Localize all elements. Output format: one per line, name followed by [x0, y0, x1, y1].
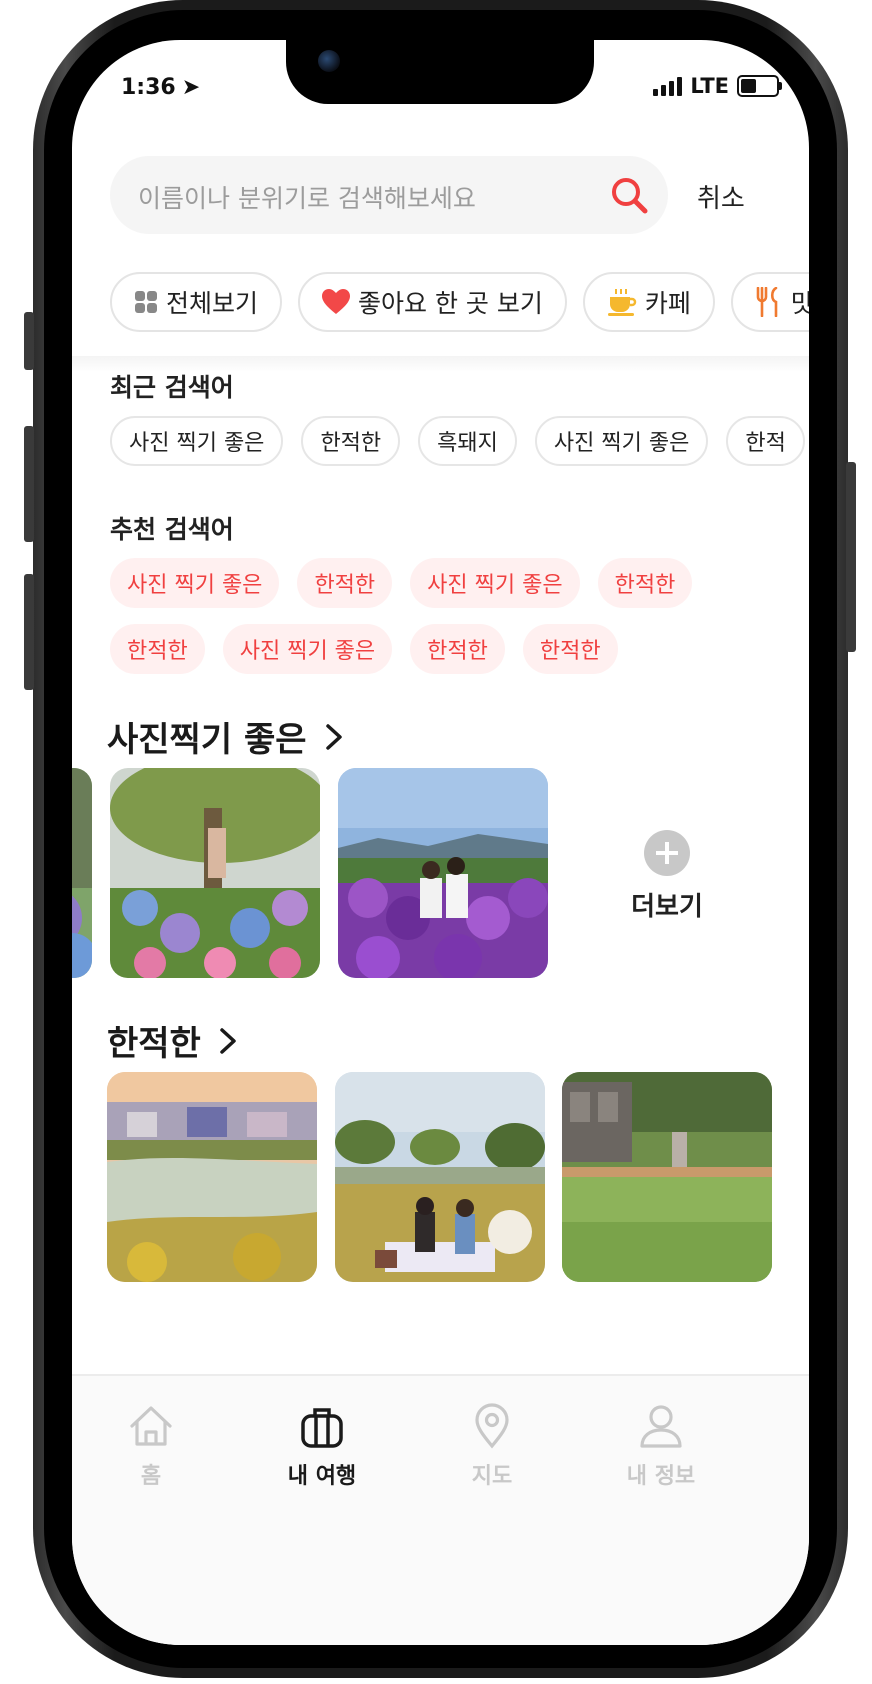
status-indicators: LTE	[653, 74, 782, 98]
filter-liked-label: 좋아요 한 곳 보기	[358, 289, 543, 318]
tab-map-label: 지도	[471, 1464, 513, 1489]
power-button	[846, 462, 856, 652]
section-title: 사진찍기 좋은	[107, 720, 307, 760]
tab-my-trip[interactable]: 내 여행	[262, 1402, 382, 1490]
recommended-tags-row2: 한적한 사진 찍기 좋은 한적한 한적한	[110, 624, 618, 674]
filter-liked[interactable]: 좋아요 한 곳 보기	[298, 272, 567, 332]
place-photo[interactable]	[72, 768, 92, 978]
filter-all-label: 전체보기	[166, 289, 259, 318]
tab-my-info[interactable]: 내 정보	[601, 1402, 721, 1490]
tab-home-label: 홈	[140, 1464, 162, 1489]
grid-icon	[135, 291, 157, 313]
place-photo[interactable]	[107, 1072, 317, 1282]
recent-tag[interactable]: 한적	[726, 416, 805, 466]
chevron-right-icon	[325, 723, 342, 750]
recent-tag[interactable]: 한적한	[301, 416, 401, 466]
recent-tag[interactable]: 사진 찍기 좋은	[110, 416, 284, 466]
picnic-park-photo	[335, 1072, 545, 1282]
filter-all[interactable]: 전체보기	[110, 272, 283, 332]
map-pin-icon	[475, 1403, 509, 1449]
recent-search-tags: 사진 찍기 좋은 한적한 흑돼지 사진 찍기 좋은 한적	[110, 416, 805, 466]
search-input[interactable]: 이름이나 분위기로 검색해보세요	[110, 156, 668, 234]
tab-home[interactable]: 홈	[91, 1402, 211, 1490]
couple-hydrangea-photo	[338, 768, 548, 978]
recent-tag[interactable]: 흑돼지	[418, 416, 517, 466]
home-icon	[130, 1406, 172, 1446]
place-photo[interactable]	[562, 1072, 772, 1282]
signal-icon	[653, 76, 683, 96]
filter-chips: 전체보기 좋아요 한 곳 보기 카페 맛	[110, 272, 809, 332]
heart-icon	[322, 289, 351, 314]
filter-food-label: 맛	[790, 289, 809, 318]
coffee-icon	[607, 289, 637, 316]
recommended-tag[interactable]: 한적한	[297, 558, 393, 608]
beach-photo	[107, 1072, 317, 1282]
recommended-tag[interactable]: 사진 찍기 좋은	[222, 624, 393, 674]
volume-up-button	[24, 426, 34, 542]
more-label: 더보기	[631, 892, 703, 922]
app-screen: 1:36 ➤ LTE 이름이나 분위기로 검색해보세요 취소 전체보기 좋아요 한…	[72, 40, 809, 1645]
bottom-tab-bar: 홈 내 여행 지도 내 정보	[72, 1374, 809, 1645]
silent-switch	[24, 312, 34, 370]
hydrangea-photo	[72, 768, 92, 978]
location-arrow-icon: ➤	[181, 75, 201, 100]
front-camera	[318, 50, 340, 72]
volume-down-button	[24, 574, 34, 690]
fork-knife-icon	[756, 287, 778, 317]
plus-icon	[644, 830, 690, 876]
filter-food[interactable]: 맛	[730, 272, 809, 332]
filter-cafe[interactable]: 카페	[582, 272, 715, 332]
tab-my-info-label: 내 정보	[626, 1464, 696, 1489]
tab-my-trip-label: 내 여행	[287, 1464, 357, 1489]
filter-cafe-label: 카페	[644, 289, 691, 318]
bag-icon	[301, 1408, 343, 1448]
tab-map[interactable]: 지도	[432, 1402, 552, 1490]
recommended-searches-title: 추천 검색어	[110, 515, 234, 544]
search-icon[interactable]	[608, 174, 650, 216]
person-icon	[640, 1405, 682, 1448]
place-photo[interactable]	[335, 1072, 545, 1282]
more-button[interactable]: 더보기	[617, 830, 717, 923]
recommended-tags-row1: 사진 찍기 좋은 한적한 사진 찍기 좋은 한적한	[110, 558, 693, 608]
recent-searches-title: 최근 검색어	[110, 373, 234, 402]
section-quiet-header[interactable]: 한적한	[107, 1016, 237, 1065]
section-title: 한적한	[107, 1024, 201, 1064]
recommended-tag[interactable]: 사진 찍기 좋은	[410, 558, 580, 608]
status-time: 1:36 ➤	[121, 75, 201, 100]
place-photo[interactable]	[110, 768, 320, 978]
recommended-tag[interactable]: 사진 찍기 좋은	[110, 558, 280, 608]
network-label: LTE	[690, 74, 729, 98]
battery-icon	[737, 75, 782, 97]
section-photo-spots-header[interactable]: 사진찍기 좋은	[107, 712, 343, 761]
recent-tag[interactable]: 사진 찍기 좋은	[534, 416, 709, 466]
search-placeholder: 이름이나 분위기로 검색해보세요	[138, 184, 476, 213]
recommended-tag[interactable]: 한적한	[110, 624, 205, 674]
recommended-tag[interactable]: 한적한	[410, 624, 505, 674]
recommended-tag[interactable]: 한적한	[597, 558, 693, 608]
rural-house-photo	[562, 1072, 772, 1282]
place-photo[interactable]	[338, 768, 548, 978]
recommended-tag[interactable]: 한적한	[522, 624, 618, 674]
chevron-right-icon	[220, 1027, 236, 1054]
cancel-button[interactable]: 취소	[697, 178, 745, 215]
tree-hydrangea-photo	[110, 768, 320, 978]
